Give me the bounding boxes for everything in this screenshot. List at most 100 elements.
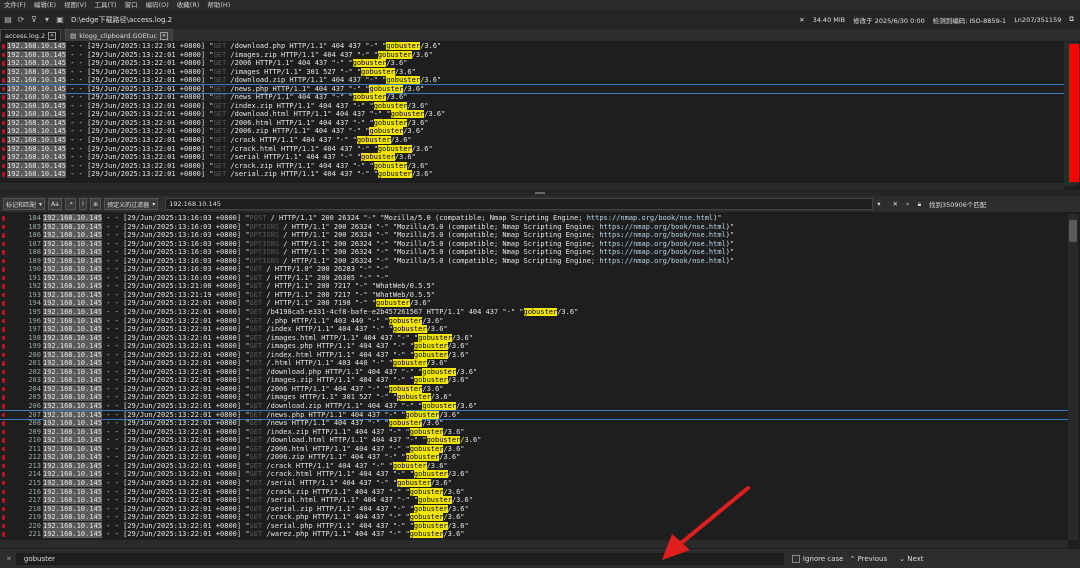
log-row[interactable]: 213 192.168.10.145 - - [29/Jun/2025:13:22… — [0, 461, 1068, 471]
previous-button[interactable]: ⌃ Previous — [849, 555, 887, 563]
log-row[interactable]: 216 192.168.10.145 - - [29/Jun/2025:13:22… — [0, 487, 1068, 497]
log-row[interactable]: 207 192.168.10.145 - - [29/Jun/2025:13:22… — [0, 409, 1068, 421]
filter-mode-select[interactable]: 标记和匹配 ▾ — [3, 198, 46, 210]
vertical-scrollbar[interactable] — [1068, 214, 1078, 540]
log-row[interactable]: 192.168.10.145 - - [29/Jun/2025:13:22:01… — [0, 42, 1064, 51]
tab-access-log[interactable]: access.log.2 ✕ — [0, 29, 62, 41]
log-row[interactable]: 189 192.168.10.145 - - [29/Jun/2025:13:16… — [0, 256, 1068, 266]
log-row[interactable]: 212 192.168.10.145 - - [29/Jun/2025:13:22… — [0, 453, 1068, 462]
log-row[interactable]: 190 192.168.10.145 - - [29/Jun/2025:13:16… — [0, 265, 1068, 274]
filtered-log-view[interactable]: 184 192.168.10.145 - - [29/Jun/2025:13:16… — [0, 214, 1068, 540]
log-row[interactable]: 192.168.10.145 - - [29/Jun/2025:13:22:01… — [0, 110, 1064, 119]
nse-link[interactable]: https://nmap.org/book/nse.html — [599, 231, 725, 239]
log-row[interactable]: 185 192.168.10.145 - - [29/Jun/2025:13:16… — [0, 222, 1068, 232]
log-row[interactable]: 192.168.10.145 - - [29/Jun/2025:13:22:01… — [0, 59, 1064, 68]
log-row[interactable]: 184 192.168.10.145 - - [29/Jun/2025:13:16… — [0, 214, 1068, 223]
log-row[interactable]: 205 192.168.10.145 - - [29/Jun/2025:13:22… — [0, 393, 1068, 402]
log-row[interactable]: 204 192.168.10.145 - - [29/Jun/2025:13:22… — [0, 384, 1068, 394]
menu-item[interactable]: 编辑(E) — [30, 0, 60, 10]
log-row[interactable]: 192.168.10.145 - - [29/Jun/2025:13:22:01… — [0, 136, 1064, 145]
log-row[interactable]: 209 192.168.10.145 - - [29/Jun/2025:13:22… — [0, 427, 1068, 437]
menu-item[interactable]: 文件(F) — [0, 0, 30, 10]
log-row[interactable]: 215 192.168.10.145 - - [29/Jun/2025:13:22… — [0, 478, 1068, 488]
tab-clipboard[interactable]: ▤ klogg_clipboard.GOEtuc ✕ — [65, 29, 173, 41]
log-row[interactable]: 199 192.168.10.145 - - [29/Jun/2025:13:22… — [0, 342, 1068, 351]
log-row[interactable]: 203 192.168.10.145 - - [29/Jun/2025:13:22… — [0, 376, 1068, 385]
preset-filter-select[interactable]: 预定义的过滤器 ▾ — [104, 198, 159, 210]
log-row[interactable]: 197 192.168.10.145 - - [29/Jun/2025:13:22… — [0, 325, 1068, 334]
log-row[interactable]: 196 192.168.10.145 - - [29/Jun/2025:13:22… — [0, 316, 1068, 326]
log-row[interactable]: 192.168.10.145 - - [29/Jun/2025:13:22:01… — [0, 101, 1064, 111]
log-row[interactable]: 192.168.10.145 - - [29/Jun/2025:13:22:01… — [0, 144, 1064, 154]
boolean-button[interactable]: ⊕ — [90, 198, 102, 210]
log-row[interactable]: 192.168.10.145 - - [29/Jun/2025:13:22:01… — [0, 67, 1064, 77]
log-row[interactable]: 200 192.168.10.145 - - [29/Jun/2025:13:22… — [0, 350, 1068, 360]
log-row[interactable]: 210 192.168.10.145 - - [29/Jun/2025:13:22… — [0, 436, 1068, 445]
ignore-case-checkbox[interactable] — [791, 554, 800, 563]
main-log-view[interactable]: 192.168.10.145 - - [29/Jun/2025:13:22:01… — [0, 42, 1064, 183]
filter-input[interactable]: 192.168.10.145 — [165, 198, 874, 210]
log-row[interactable]: 192.168.10.145 - - [29/Jun/2025:13:22:01… — [0, 50, 1064, 60]
fit-icon[interactable]: ▣ — [55, 15, 65, 25]
log-row[interactable]: 211 192.168.10.145 - - [29/Jun/2025:13:22… — [0, 444, 1068, 454]
close-icon[interactable]: ✕ — [6, 555, 12, 563]
menu-item[interactable]: 编码(O) — [142, 0, 173, 10]
nse-link[interactable]: https://nmap.org/book/nse.html — [599, 257, 725, 265]
log-row[interactable]: 221 192.168.10.145 - - [29/Jun/2025:13:22… — [0, 530, 1068, 539]
close-icon[interactable]: ✕ — [159, 31, 168, 40]
nse-link[interactable]: https://nmap.org/book/nse.html — [587, 214, 713, 222]
open-file-icon[interactable]: ▤ — [3, 15, 13, 25]
lock-icon[interactable]: 🔒︎ — [918, 200, 921, 209]
dropdown-icon[interactable]: ▾ — [42, 15, 52, 25]
close-icon[interactable]: ✕ — [799, 16, 804, 24]
log-row[interactable]: 192.168.10.145 - - [29/Jun/2025:13:22:01… — [0, 118, 1064, 128]
log-row[interactable]: 192.168.10.145 - - [29/Jun/2025:13:22:01… — [0, 127, 1064, 136]
next-button[interactable]: ⌄ Next — [899, 555, 923, 563]
log-row[interactable]: 187 192.168.10.145 - - [29/Jun/2025:13:16… — [0, 239, 1068, 249]
log-row[interactable]: 198 192.168.10.145 - - [29/Jun/2025:13:22… — [0, 333, 1068, 343]
log-row[interactable]: 202 192.168.10.145 - - [29/Jun/2025:13:22… — [0, 367, 1068, 377]
log-row[interactable]: 201 192.168.10.145 - - [29/Jun/2025:13:22… — [0, 359, 1068, 368]
menu-item[interactable]: 帮助(H) — [203, 0, 234, 10]
log-row[interactable]: 193 192.168.10.145 - - [29/Jun/2025:13:21… — [0, 290, 1068, 300]
log-row[interactable]: 195 192.168.10.145 - - [29/Jun/2025:13:22… — [0, 308, 1068, 317]
horizontal-scrollbar[interactable] — [0, 540, 1068, 548]
log-row[interactable]: 192.168.10.145 - - [29/Jun/2025:13:22:01… — [0, 93, 1064, 102]
log-row[interactable]: 208 192.168.10.145 - - [29/Jun/2025:13:22… — [0, 419, 1068, 428]
log-row[interactable]: 217 192.168.10.145 - - [29/Jun/2025:13:22… — [0, 496, 1068, 505]
match-case-button[interactable]: Aa — [48, 198, 62, 210]
log-row[interactable]: 192.168.10.145 - - [29/Jun/2025:13:22:01… — [0, 153, 1064, 162]
close-icon[interactable]: ✕ — [48, 31, 57, 40]
nse-link[interactable]: https://nmap.org/book/nse.html — [599, 223, 725, 231]
log-row[interactable]: 192.168.10.145 - - [29/Jun/2025:13:22:01… — [0, 161, 1064, 171]
log-row[interactable]: 192 192.168.10.145 - - [29/Jun/2025:13:21… — [0, 282, 1068, 291]
dropdown-icon[interactable]: ▾ — [877, 200, 880, 208]
menu-item[interactable]: 收藏(R) — [173, 0, 204, 10]
menu-item[interactable]: 视图(V) — [60, 0, 91, 10]
clear-icon[interactable]: ✕ — [892, 200, 897, 208]
scrollbar-thumb[interactable] — [1069, 220, 1077, 242]
external-icon[interactable]: ⧉ — [1069, 15, 1074, 24]
log-row[interactable]: 219 192.168.10.145 - - [29/Jun/2025:13:22… — [0, 513, 1068, 522]
log-row[interactable]: 188 192.168.10.145 - - [29/Jun/2025:13:16… — [0, 248, 1068, 257]
log-row[interactable]: 192.168.10.145 - - [29/Jun/2025:13:22:01… — [0, 83, 1064, 95]
search-icon[interactable]: ⌕ — [906, 200, 910, 209]
log-row[interactable]: 206 192.168.10.145 - - [29/Jun/2025:13:22… — [0, 402, 1068, 411]
log-row[interactable]: 220 192.168.10.145 - - [29/Jun/2025:13:22… — [0, 521, 1068, 531]
regex-button[interactable]: .* — [64, 198, 76, 210]
log-row[interactable]: 192.168.10.145 - - [29/Jun/2025:13:22:01… — [0, 170, 1064, 179]
refresh-icon[interactable]: ⟳ — [16, 15, 26, 25]
log-row[interactable]: 218 192.168.10.145 - - [29/Jun/2025:13:22… — [0, 504, 1068, 514]
log-row[interactable]: 214 192.168.10.145 - - [29/Jun/2025:13:22… — [0, 470, 1068, 479]
menu-item[interactable]: 工具(T) — [91, 0, 121, 10]
log-row[interactable]: 186 192.168.10.145 - - [29/Jun/2025:13:16… — [0, 231, 1068, 240]
log-row[interactable]: 194 192.168.10.145 - - [29/Jun/2025:13:22… — [0, 299, 1068, 308]
menu-item[interactable]: 窗口 — [121, 0, 142, 10]
log-row[interactable]: 191 192.168.10.145 - - [29/Jun/2025:13:16… — [0, 273, 1068, 283]
filter-icon[interactable]: ⊽ — [29, 15, 39, 25]
inverse-button[interactable]: ! — [78, 198, 88, 210]
nse-link[interactable]: https://nmap.org/book/nse.html — [599, 240, 725, 248]
nse-link[interactable]: https://nmap.org/book/nse.html — [599, 248, 725, 256]
horizontal-scrollbar[interactable] — [0, 183, 1064, 190]
log-row[interactable]: 192.168.10.145 - - [29/Jun/2025:13:22:01… — [0, 76, 1064, 85]
